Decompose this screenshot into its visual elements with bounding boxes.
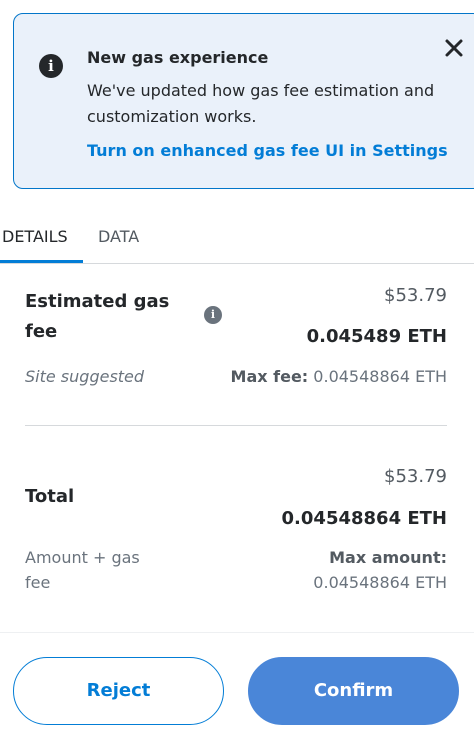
max-fee-label: Max fee: <box>230 367 309 386</box>
max-amount-value: 0.04548864 ETH <box>313 573 447 592</box>
banner-title: New gas experience <box>87 48 269 67</box>
close-icon[interactable] <box>442 36 466 60</box>
max-fee-value: 0.04548864 ETH <box>313 367 447 386</box>
max-amount-label: Max amount: <box>329 548 447 567</box>
gas-fee-eth: 0.045489 ETH <box>306 326 447 347</box>
total-usd: $53.79 <box>384 466 447 487</box>
total-eth: 0.04548864 ETH <box>281 508 447 529</box>
enhanced-gas-settings-link[interactable]: Turn on enhanced gas fee UI in Settings <box>87 141 448 160</box>
gas-fee-info-icon[interactable]: i <box>204 306 222 324</box>
estimated-gas-fee-label-line2: fee <box>25 321 58 342</box>
amount-plus-gas-label-line2: fee <box>25 573 51 592</box>
confirm-button[interactable]: Confirm <box>248 657 459 725</box>
max-fee-line: Max fee: 0.04548864 ETH <box>231 367 447 386</box>
estimated-gas-fee-label-line1: Estimated gas <box>25 291 170 312</box>
reject-button[interactable]: Reject <box>13 657 224 725</box>
footer-divider <box>0 632 474 633</box>
section-divider <box>25 425 447 426</box>
gas-experience-banner: i New gas experience We've updated how g… <box>13 13 474 189</box>
info-icon: i <box>39 54 63 78</box>
gas-fee-usd: $53.79 <box>384 285 447 306</box>
banner-body: We've updated how gas fee estimation and… <box>87 81 435 126</box>
tab-bar: DETAILS DATA <box>0 213 474 264</box>
tab-data[interactable]: DATA <box>98 227 139 246</box>
max-amount-label-text: Max amount: <box>329 548 447 567</box>
active-tab-indicator <box>0 260 83 263</box>
total-label: Total <box>25 486 75 507</box>
site-suggested-label: Site suggested <box>25 367 145 386</box>
tab-details[interactable]: DETAILS <box>2 227 68 246</box>
amount-plus-gas-label-line1: Amount + gas <box>25 548 140 567</box>
